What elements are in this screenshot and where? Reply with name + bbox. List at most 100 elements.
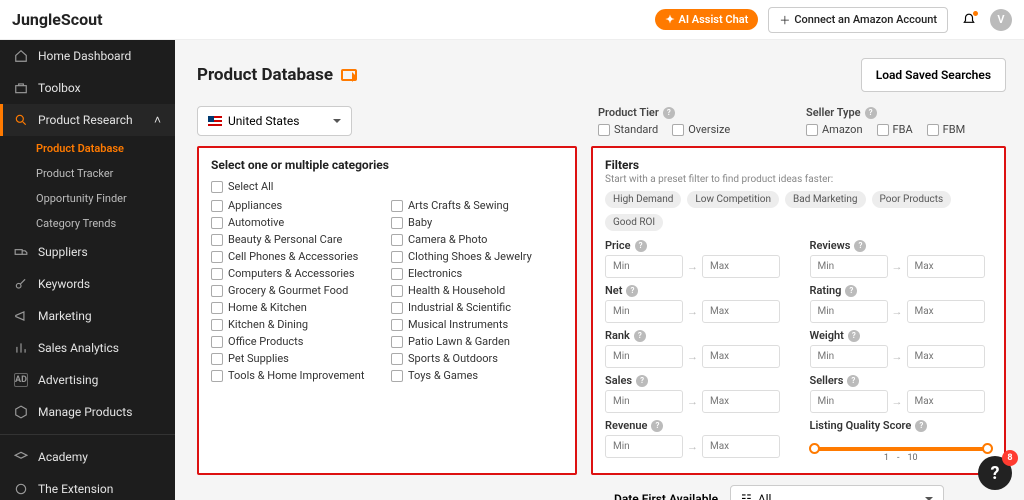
- date-first-available-select[interactable]: ☷ All: [730, 485, 944, 500]
- nav-sales-analytics[interactable]: Sales Analytics: [0, 332, 175, 364]
- help-icon[interactable]: ?: [635, 240, 647, 252]
- help-icon[interactable]: ?: [847, 375, 859, 387]
- nav-academy[interactable]: Academy: [0, 441, 175, 473]
- help-icon[interactable]: ?: [663, 107, 675, 119]
- nav-opportunity-finder[interactable]: Opportunity Finder: [0, 186, 175, 211]
- min-input[interactable]: [810, 390, 888, 413]
- category-checkbox[interactable]: Automotive: [211, 216, 383, 229]
- fba-checkbox[interactable]: FBA: [877, 123, 913, 136]
- category-label: Toys & Games: [408, 369, 478, 382]
- help-icon[interactable]: ?: [848, 330, 860, 342]
- max-input[interactable]: [907, 255, 985, 278]
- category-checkbox[interactable]: Kitchen & Dining: [211, 318, 383, 331]
- category-label: Pet Supplies: [228, 352, 289, 365]
- category-checkbox[interactable]: Pet Supplies: [211, 352, 383, 365]
- nav-product-database[interactable]: Product Database: [0, 136, 175, 161]
- category-checkbox[interactable]: Beauty & Personal Care: [211, 233, 383, 246]
- fbm-checkbox[interactable]: FBM: [927, 123, 966, 136]
- nav-toolbox[interactable]: Toolbox: [0, 72, 175, 104]
- load-saved-searches-button[interactable]: Load Saved Searches: [861, 58, 1006, 92]
- filters-title: Filters: [605, 158, 992, 172]
- max-input[interactable]: [907, 300, 985, 323]
- preset-pill[interactable]: Good ROI: [605, 214, 663, 231]
- max-input[interactable]: [702, 345, 780, 368]
- nav-home[interactable]: Home Dashboard: [0, 40, 175, 72]
- filter-label: Rank: [605, 329, 630, 342]
- nav-extension-label: The Extension: [38, 482, 113, 496]
- category-checkbox[interactable]: Home & Kitchen: [211, 301, 383, 314]
- min-input[interactable]: [605, 300, 683, 323]
- min-input[interactable]: [605, 255, 683, 278]
- preset-pill[interactable]: High Demand: [605, 191, 681, 208]
- help-icon[interactable]: ?: [651, 420, 663, 432]
- help-icon[interactable]: ?: [845, 285, 857, 297]
- max-input[interactable]: [907, 390, 985, 413]
- bar-chart-icon: [14, 341, 28, 355]
- preset-pill[interactable]: Poor Products: [872, 191, 952, 208]
- min-input[interactable]: [605, 390, 683, 413]
- max-input[interactable]: [702, 435, 780, 458]
- nav-manage-products[interactable]: Manage Products: [0, 396, 175, 428]
- category-checkbox[interactable]: Electronics: [391, 267, 563, 280]
- max-input[interactable]: [907, 345, 985, 368]
- category-checkbox[interactable]: Arts Crafts & Sewing: [391, 199, 563, 212]
- category-label: Cell Phones & Accessories: [228, 250, 358, 263]
- fbm-label: FBM: [943, 123, 966, 136]
- category-checkbox[interactable]: Health & Household: [391, 284, 563, 297]
- nav-advertising[interactable]: ADAdvertising: [0, 364, 175, 396]
- category-checkbox[interactable]: Computers & Accessories: [211, 267, 383, 280]
- nav-product-research[interactable]: Product Research˄: [0, 104, 175, 136]
- category-checkbox[interactable]: Sports & Outdoors: [391, 352, 563, 365]
- min-input[interactable]: [810, 300, 888, 323]
- category-checkbox[interactable]: Camera & Photo: [391, 233, 563, 246]
- min-input[interactable]: [810, 345, 888, 368]
- arrow-icon: →: [687, 350, 698, 363]
- category-checkbox[interactable]: Clothing Shoes & Jewelry: [391, 250, 563, 263]
- lqs-slider[interactable]: [812, 447, 991, 451]
- nav-extension[interactable]: The Extension: [0, 473, 175, 500]
- category-checkbox[interactable]: Cell Phones & Accessories: [211, 250, 383, 263]
- connect-amazon-button[interactable]: ＋ Connect an Amazon Account: [768, 7, 948, 33]
- nav-suppliers[interactable]: Suppliers: [0, 236, 175, 268]
- help-icon[interactable]: ?: [626, 285, 638, 297]
- min-input[interactable]: [605, 345, 683, 368]
- nav-marketing[interactable]: Marketing: [0, 300, 175, 332]
- category-checkbox[interactable]: Baby: [391, 216, 563, 229]
- help-icon[interactable]: ?: [915, 420, 927, 432]
- category-checkbox[interactable]: Office Products: [211, 335, 383, 348]
- max-input[interactable]: [702, 390, 780, 413]
- category-checkbox[interactable]: Patio Lawn & Garden: [391, 335, 563, 348]
- category-checkbox[interactable]: Industrial & Scientific: [391, 301, 563, 314]
- video-icon[interactable]: [341, 69, 357, 81]
- category-checkbox[interactable]: Musical Instruments: [391, 318, 563, 331]
- help-icon[interactable]: ?: [636, 375, 648, 387]
- nav-category-trends[interactable]: Category Trends: [0, 211, 175, 236]
- category-checkbox[interactable]: Grocery & Gourmet Food: [211, 284, 383, 297]
- category-checkbox[interactable]: Appliances: [211, 199, 383, 212]
- max-input[interactable]: [702, 300, 780, 323]
- category-checkbox[interactable]: Tools & Home Improvement: [211, 369, 383, 382]
- oversize-checkbox[interactable]: Oversize: [672, 123, 730, 136]
- logo: JungleScout: [12, 10, 102, 29]
- filter-weight: Weight?→: [810, 329, 993, 368]
- help-icon[interactable]: ?: [634, 330, 646, 342]
- preset-pill[interactable]: Bad Marketing: [785, 191, 865, 208]
- help-icon[interactable]: ?: [854, 240, 866, 252]
- max-input[interactable]: [702, 255, 780, 278]
- category-checkbox[interactable]: Toys & Games: [391, 369, 563, 382]
- min-input[interactable]: [605, 435, 683, 458]
- min-input[interactable]: [810, 255, 888, 278]
- country-select[interactable]: United States: [197, 106, 352, 136]
- notifications-button[interactable]: [958, 9, 980, 31]
- amazon-checkbox[interactable]: Amazon: [806, 123, 863, 136]
- select-all-checkbox[interactable]: Select All: [211, 180, 563, 193]
- ai-assist-button[interactable]: ✦ AI Assist Chat: [655, 9, 758, 30]
- nav-keywords[interactable]: Keywords: [0, 268, 175, 300]
- preset-pill[interactable]: Low Competition: [687, 191, 779, 208]
- nav-suppliers-label: Suppliers: [38, 245, 88, 259]
- user-avatar[interactable]: V: [990, 9, 1012, 31]
- help-fab[interactable]: ? 8: [978, 456, 1012, 490]
- nav-product-tracker[interactable]: Product Tracker: [0, 161, 175, 186]
- help-icon[interactable]: ?: [865, 107, 877, 119]
- standard-checkbox[interactable]: Standard: [598, 123, 658, 136]
